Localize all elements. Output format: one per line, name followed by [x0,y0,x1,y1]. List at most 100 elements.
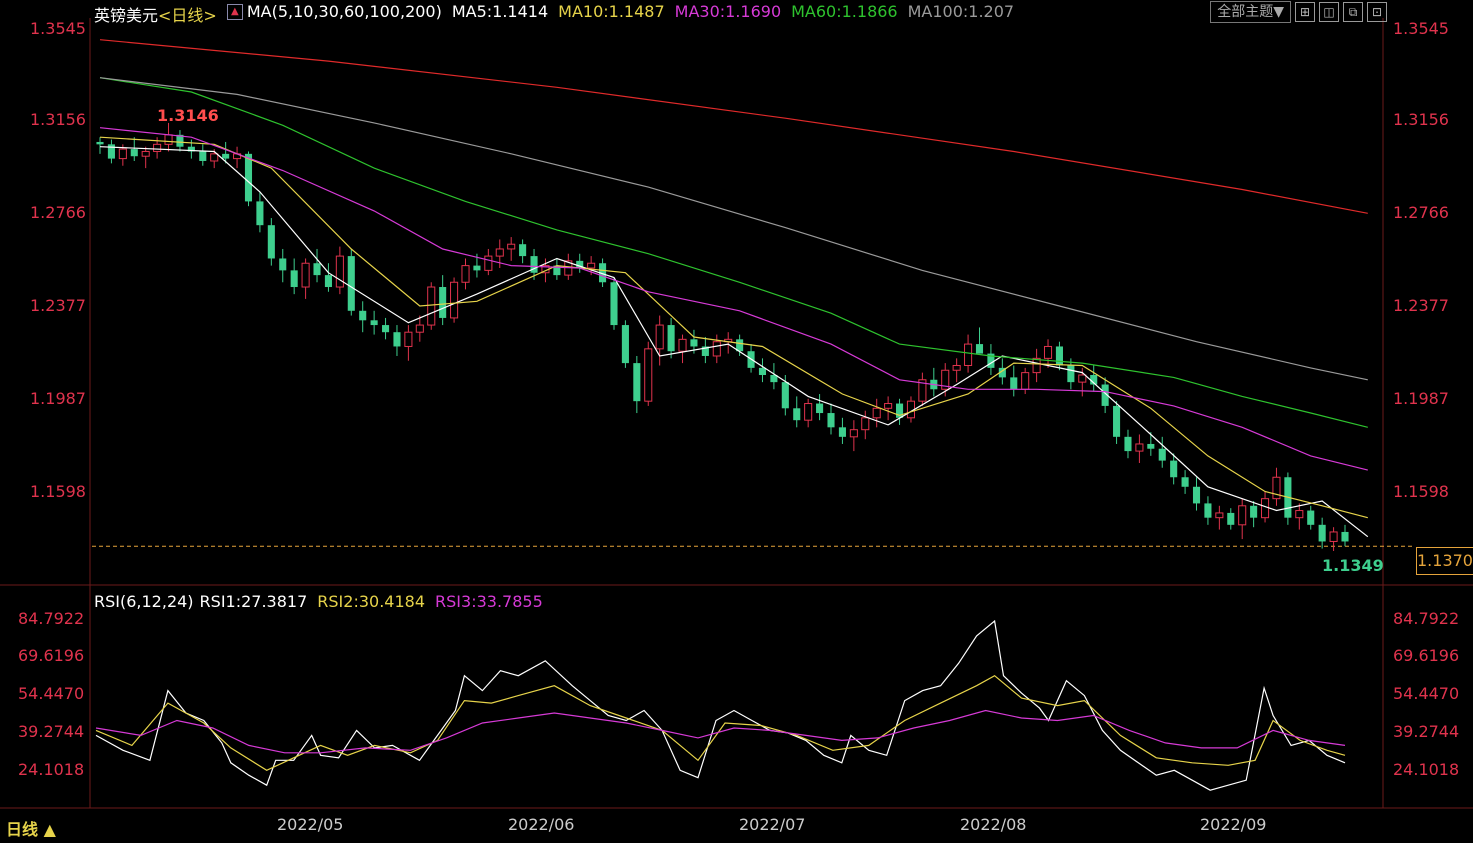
candle-body [1021,372,1030,390]
rsi3-value: RSI3:33.7855 [435,592,543,611]
chart-canvas[interactable] [0,0,1473,843]
ma5-value: MA5:1.1414 [451,2,549,21]
candle-body [1307,510,1315,525]
candle-body [1158,448,1166,461]
candle-body [335,255,344,288]
rsi-line-rsi3 [95,709,1346,754]
candle-body [301,262,310,288]
rsi-line-rsi1 [95,619,1346,791]
candle-body [370,320,378,326]
candle-body [313,263,321,276]
candle-body [256,201,264,226]
candle-body [290,270,298,288]
candle-body [153,143,162,152]
candle-body [1318,524,1326,542]
candle-body [964,343,973,366]
ma60-value: MA60:1.1866 [791,2,898,21]
candle-body [1147,443,1155,449]
candle-body [952,364,961,371]
ma30-value: MA30:1.1690 [674,2,782,21]
candle-body [404,331,413,347]
toolbar: 全部主题▼ ⊞ ◫ ⧉ ⊡ [1210,1,1387,23]
ma-spec-label[interactable]: MA(5,10,30,60,100,200) [247,2,442,26]
ma-lines-layer [99,39,1369,538]
candle-body [1204,503,1212,518]
candle-body [827,413,835,428]
candle-body [861,417,870,431]
candle-body [758,367,767,376]
low-price-label: 1.1349 [1322,556,1384,575]
ma-indicator-icon[interactable]: ▲ [226,4,243,20]
candle-body [279,258,287,271]
candle-body [1067,365,1075,383]
candle-body [1181,477,1189,487]
candle-body [1124,436,1132,452]
ma-line-ma60 [99,77,1368,428]
candle-body [667,325,675,352]
candle-body [1043,345,1053,359]
candle-body [450,281,459,319]
candles-layer [96,122,1349,551]
ma-line-ma100 [99,77,1368,381]
ma100-value: MA100:1.207 [907,2,1015,21]
candle-body [816,403,824,414]
candle-body [164,134,173,145]
timeframe-toggle[interactable]: 日线 ▲ [6,816,56,840]
rsi-spec-label[interactable]: RSI(6,12,24) [94,592,194,611]
candle-body [1238,505,1247,526]
high-price-label: 1.3146 [157,106,219,125]
candle-body [1078,374,1087,383]
candle-body [359,310,367,321]
candle-body [1215,512,1224,519]
candle-body [633,363,641,402]
crosshair-icon[interactable]: ⊞ [1295,2,1315,22]
ma-line-ma5 [99,146,1369,538]
candle-body [884,403,893,409]
candle-body [427,286,436,326]
candle-body [1135,443,1144,452]
expand-icon[interactable]: ⊡ [1367,2,1387,22]
candle-body [107,144,115,159]
candle-body [610,282,618,326]
symbol-title[interactable]: 英镑美元 [94,2,158,26]
candle-body [621,325,629,364]
candle-body [210,153,219,162]
candle-body [1192,486,1201,504]
candle-body [690,339,698,347]
candle-body [838,427,846,437]
candle-body [439,287,447,318]
candle-body [415,324,424,333]
candle-body [1261,498,1270,519]
candle-body [461,265,470,283]
candle-body [712,341,721,357]
candle-body [267,225,275,259]
current-price-box: 1.1370 [1416,547,1473,575]
candle-body [587,262,596,269]
candle-body [1010,377,1018,390]
rsi-header: RSI(6,12,24) RSI1:27.3817 RSI2:30.4184 R… [94,592,543,611]
candle-body [473,265,481,271]
candle-body [1295,510,1304,519]
candle-body [347,256,355,311]
candle-body [975,344,984,354]
candle-body [1170,460,1178,478]
candle-body [141,150,150,157]
ma-line-ma10 [99,136,1368,519]
layout-icon[interactable]: ◫ [1319,2,1339,22]
period-selector[interactable]: <日线> [158,2,217,26]
theme-button[interactable]: 全部主题▼ [1210,1,1291,23]
candle-body [199,151,207,161]
candle-body [872,407,881,419]
candle-body [507,243,516,250]
candle-body [644,348,653,402]
candle-body [1250,505,1258,518]
candle-body [222,153,230,159]
candle-body [793,408,801,421]
candle-body [849,429,858,438]
candle-body [393,332,401,347]
candle-body [118,148,127,160]
candle-body [1341,531,1349,542]
candle-body [130,149,138,157]
zoom-icon[interactable]: ⧉ [1343,2,1363,22]
rsi1-value: RSI1:27.3817 [199,592,308,611]
